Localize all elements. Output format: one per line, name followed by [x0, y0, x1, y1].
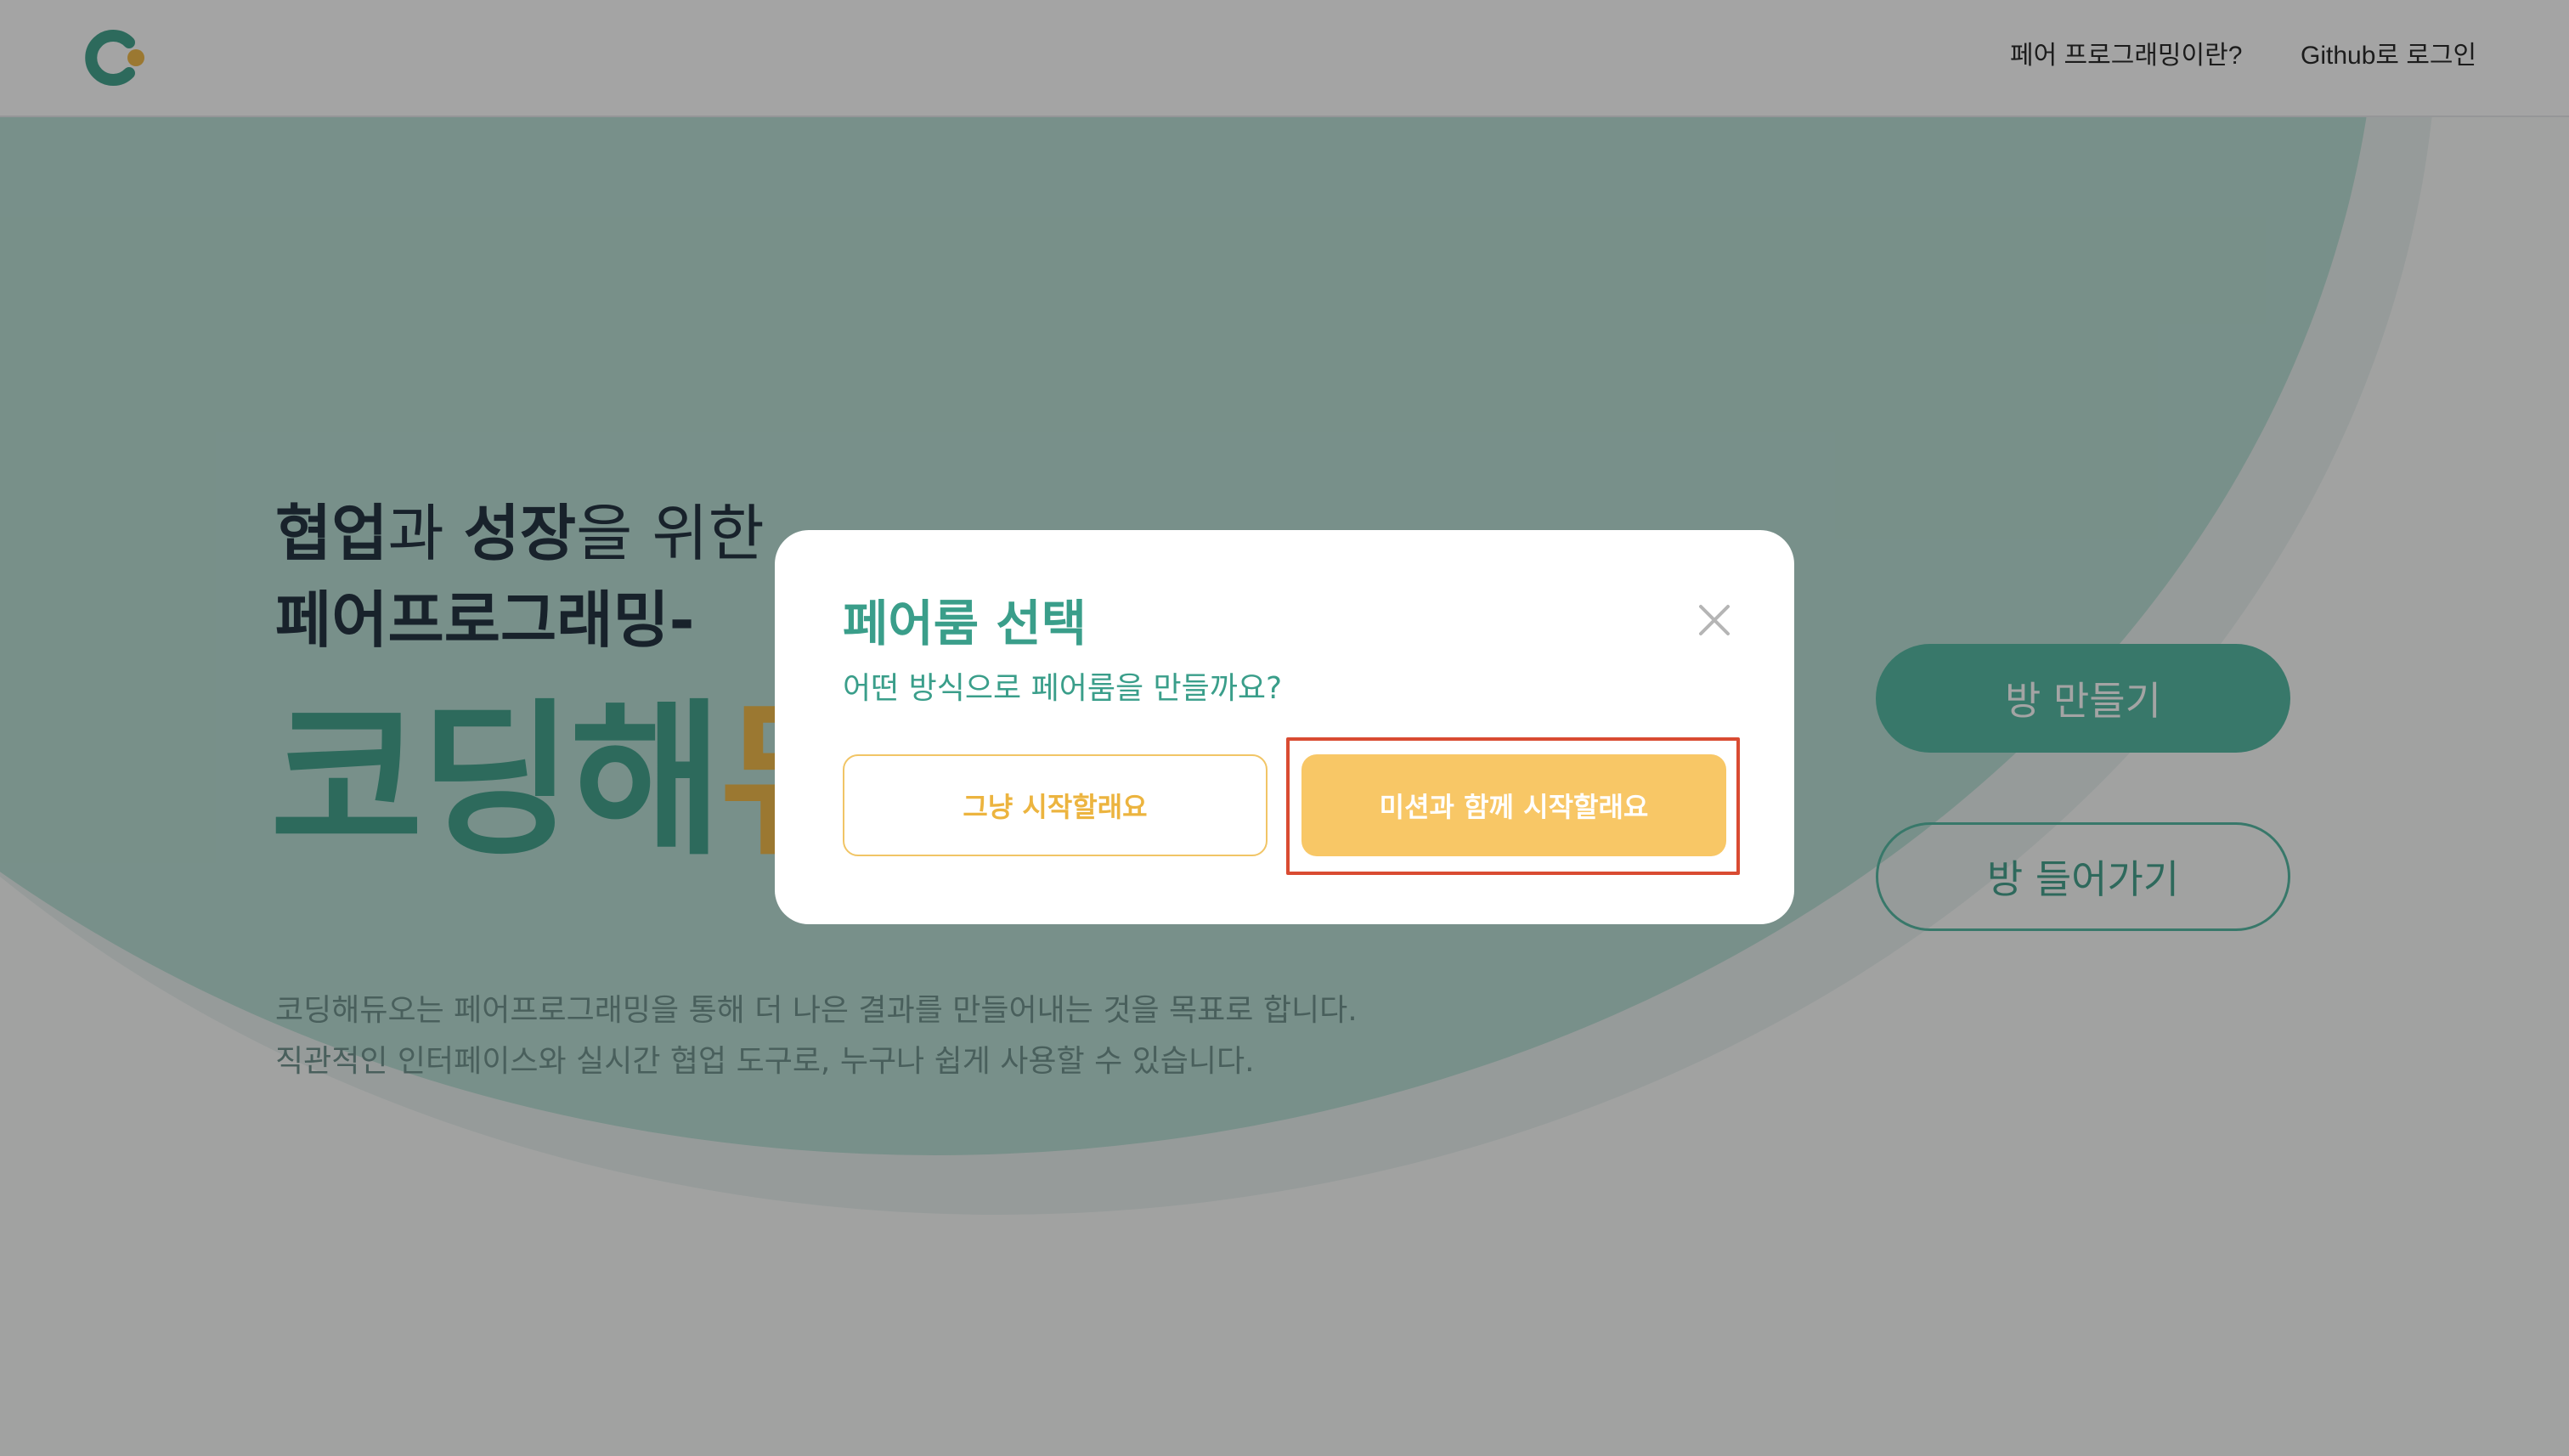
modal-title: 페어룸 선택	[843, 595, 1087, 652]
modal-subtitle: 어떤 방식으로 페어룸을 만들까요?	[843, 671, 1283, 706]
start-plain-button[interactable]: 그냥 시작할래요	[843, 754, 1268, 856]
selection-highlight-box	[1286, 737, 1740, 875]
pair-room-select-modal: 페어룸 선택 어떤 방식으로 페어룸을 만들까요? 그냥 시작할래요 미션과 함…	[775, 530, 1794, 924]
close-icon[interactable]	[1691, 596, 1738, 644]
